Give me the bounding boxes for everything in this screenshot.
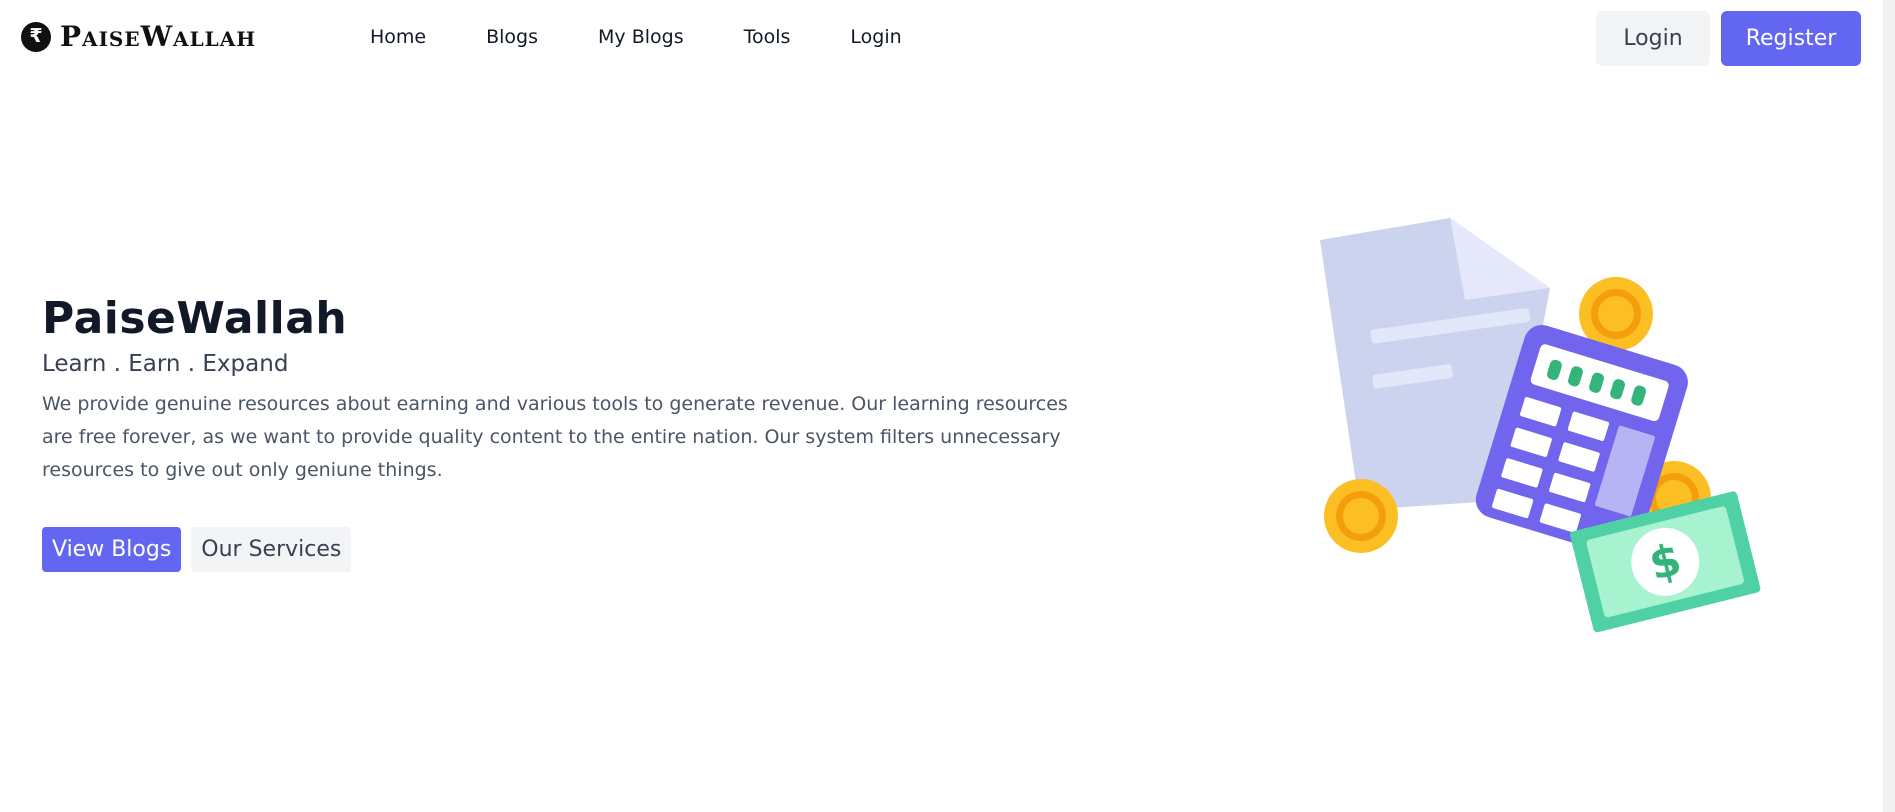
hero-section: PaiseWallah Learn . Earn . Expand We pro… xyxy=(42,292,1082,572)
our-services-button[interactable]: Our Services xyxy=(191,527,352,572)
nav-link-blogs[interactable]: Blogs xyxy=(486,26,538,48)
coin-icon xyxy=(1324,479,1398,553)
hero-subtitle: Learn . Earn . Expand xyxy=(42,351,289,377)
main-nav: Home Blogs My Blogs Tools Login xyxy=(370,26,962,48)
navbar: ₹ PaiseWallah Home Blogs My Blogs Tools … xyxy=(0,0,1895,78)
nav-link-my-blogs[interactable]: My Blogs xyxy=(598,26,684,48)
register-button[interactable]: Register xyxy=(1721,11,1861,66)
nav-link-login[interactable]: Login xyxy=(850,26,901,48)
page-scrollbar[interactable] xyxy=(1883,0,1895,812)
hero-actions: View Blogs Our Services xyxy=(42,527,1082,572)
nav-link-tools[interactable]: Tools xyxy=(744,26,791,48)
login-button[interactable]: Login xyxy=(1596,11,1710,66)
brand-logo[interactable]: ₹ PaiseWallah xyxy=(21,20,256,53)
brand-name: PaiseWallah xyxy=(60,20,257,53)
hero-description: We provide genuine resources about earni… xyxy=(42,393,1068,481)
rupee-icon: ₹ xyxy=(21,21,51,52)
hero-title: PaiseWallah xyxy=(42,293,348,344)
view-blogs-button[interactable]: View Blogs xyxy=(42,527,182,572)
auth-actions: Login Register xyxy=(1596,11,1861,66)
nav-link-home[interactable]: Home xyxy=(370,26,426,48)
finance-calculator-illustration: $ xyxy=(1320,218,1761,633)
